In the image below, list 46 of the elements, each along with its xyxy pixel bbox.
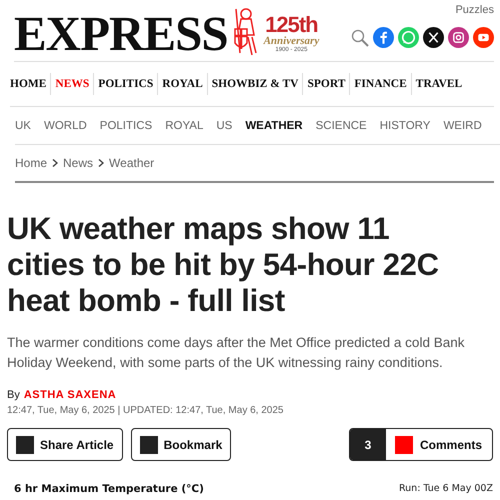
section-link[interactable]: POLITICS xyxy=(100,120,152,132)
square-icon xyxy=(16,436,34,454)
square-icon xyxy=(140,436,158,454)
section-link[interactable]: WEATHER xyxy=(245,120,303,132)
nav-link[interactable]: HOME xyxy=(10,73,50,95)
author-link[interactable]: ASTHA SAXENA xyxy=(24,389,116,401)
nav-link[interactable]: FINANCE xyxy=(349,73,411,95)
section-link[interactable]: WORLD xyxy=(44,120,87,132)
nav-link[interactable]: SPORT xyxy=(302,73,350,95)
anniversary-number: 125th xyxy=(265,14,318,36)
breadcrumb-link[interactable]: Home xyxy=(15,156,48,170)
share-button[interactable]: Share Article xyxy=(7,428,123,461)
facebook-icon[interactable] xyxy=(373,27,394,48)
comment-count: 3 xyxy=(350,429,386,460)
instagram-icon[interactable] xyxy=(448,27,469,48)
article-summary: The warmer conditions come days after the Met Office predicted a cold Bank Holiday Weekend, with some parts of the UK witnessing rainy conditions. xyxy=(7,334,466,372)
headline: UK weather maps show 11 cities to be hit by 54-hour 22C heat bomb - full list xyxy=(7,211,440,319)
section-link[interactable]: SCIENCE xyxy=(316,120,367,132)
section-link[interactable]: UK xyxy=(15,120,31,132)
search-icon[interactable] xyxy=(351,28,369,46)
map-title: 6 hr Maximum Temperature (°C) xyxy=(14,483,204,495)
section-link[interactable]: HISTORY xyxy=(380,120,430,132)
logo[interactable]: EXPRESS xyxy=(14,9,228,58)
byline-prefix: By xyxy=(7,389,20,401)
nav-link[interactable]: POLITICS xyxy=(93,73,158,95)
square-icon xyxy=(394,436,413,454)
chevron-icon xyxy=(98,159,104,167)
nav-link[interactable]: TRAVEL xyxy=(410,73,466,95)
nav-link[interactable]: SHOWBIZ & TV xyxy=(206,73,302,95)
section-link[interactable]: WEIRD xyxy=(443,120,482,132)
youtube-icon[interactable] xyxy=(473,27,494,48)
section-link[interactable]: US xyxy=(216,120,232,132)
comments-button[interactable]: 3 Comments xyxy=(348,428,493,461)
breadcrumb-link[interactable]: Weather xyxy=(109,156,154,170)
chevron-icon xyxy=(52,159,58,167)
bookmark-button[interactable]: Bookmark xyxy=(130,428,232,461)
section-link[interactable]: ROYAL xyxy=(165,120,204,132)
timestamp: 12:47, Tue, May 6, 2025 | UPDATED: 12:47, Tue, May 6, 2025 xyxy=(7,405,284,416)
breadcrumb-link[interactable]: News xyxy=(63,156,94,170)
x-icon[interactable] xyxy=(423,27,444,48)
puzzles-link[interactable]: Puzzles xyxy=(455,4,494,16)
map-run-time: Run: Tue 6 May 00Z xyxy=(398,483,493,495)
anniversary-text: Anniversary xyxy=(264,36,320,47)
nav-link[interactable]: ROYAL xyxy=(157,73,207,95)
comments-label: Comments xyxy=(420,438,482,452)
nav-link[interactable]: NEWS xyxy=(50,73,94,95)
